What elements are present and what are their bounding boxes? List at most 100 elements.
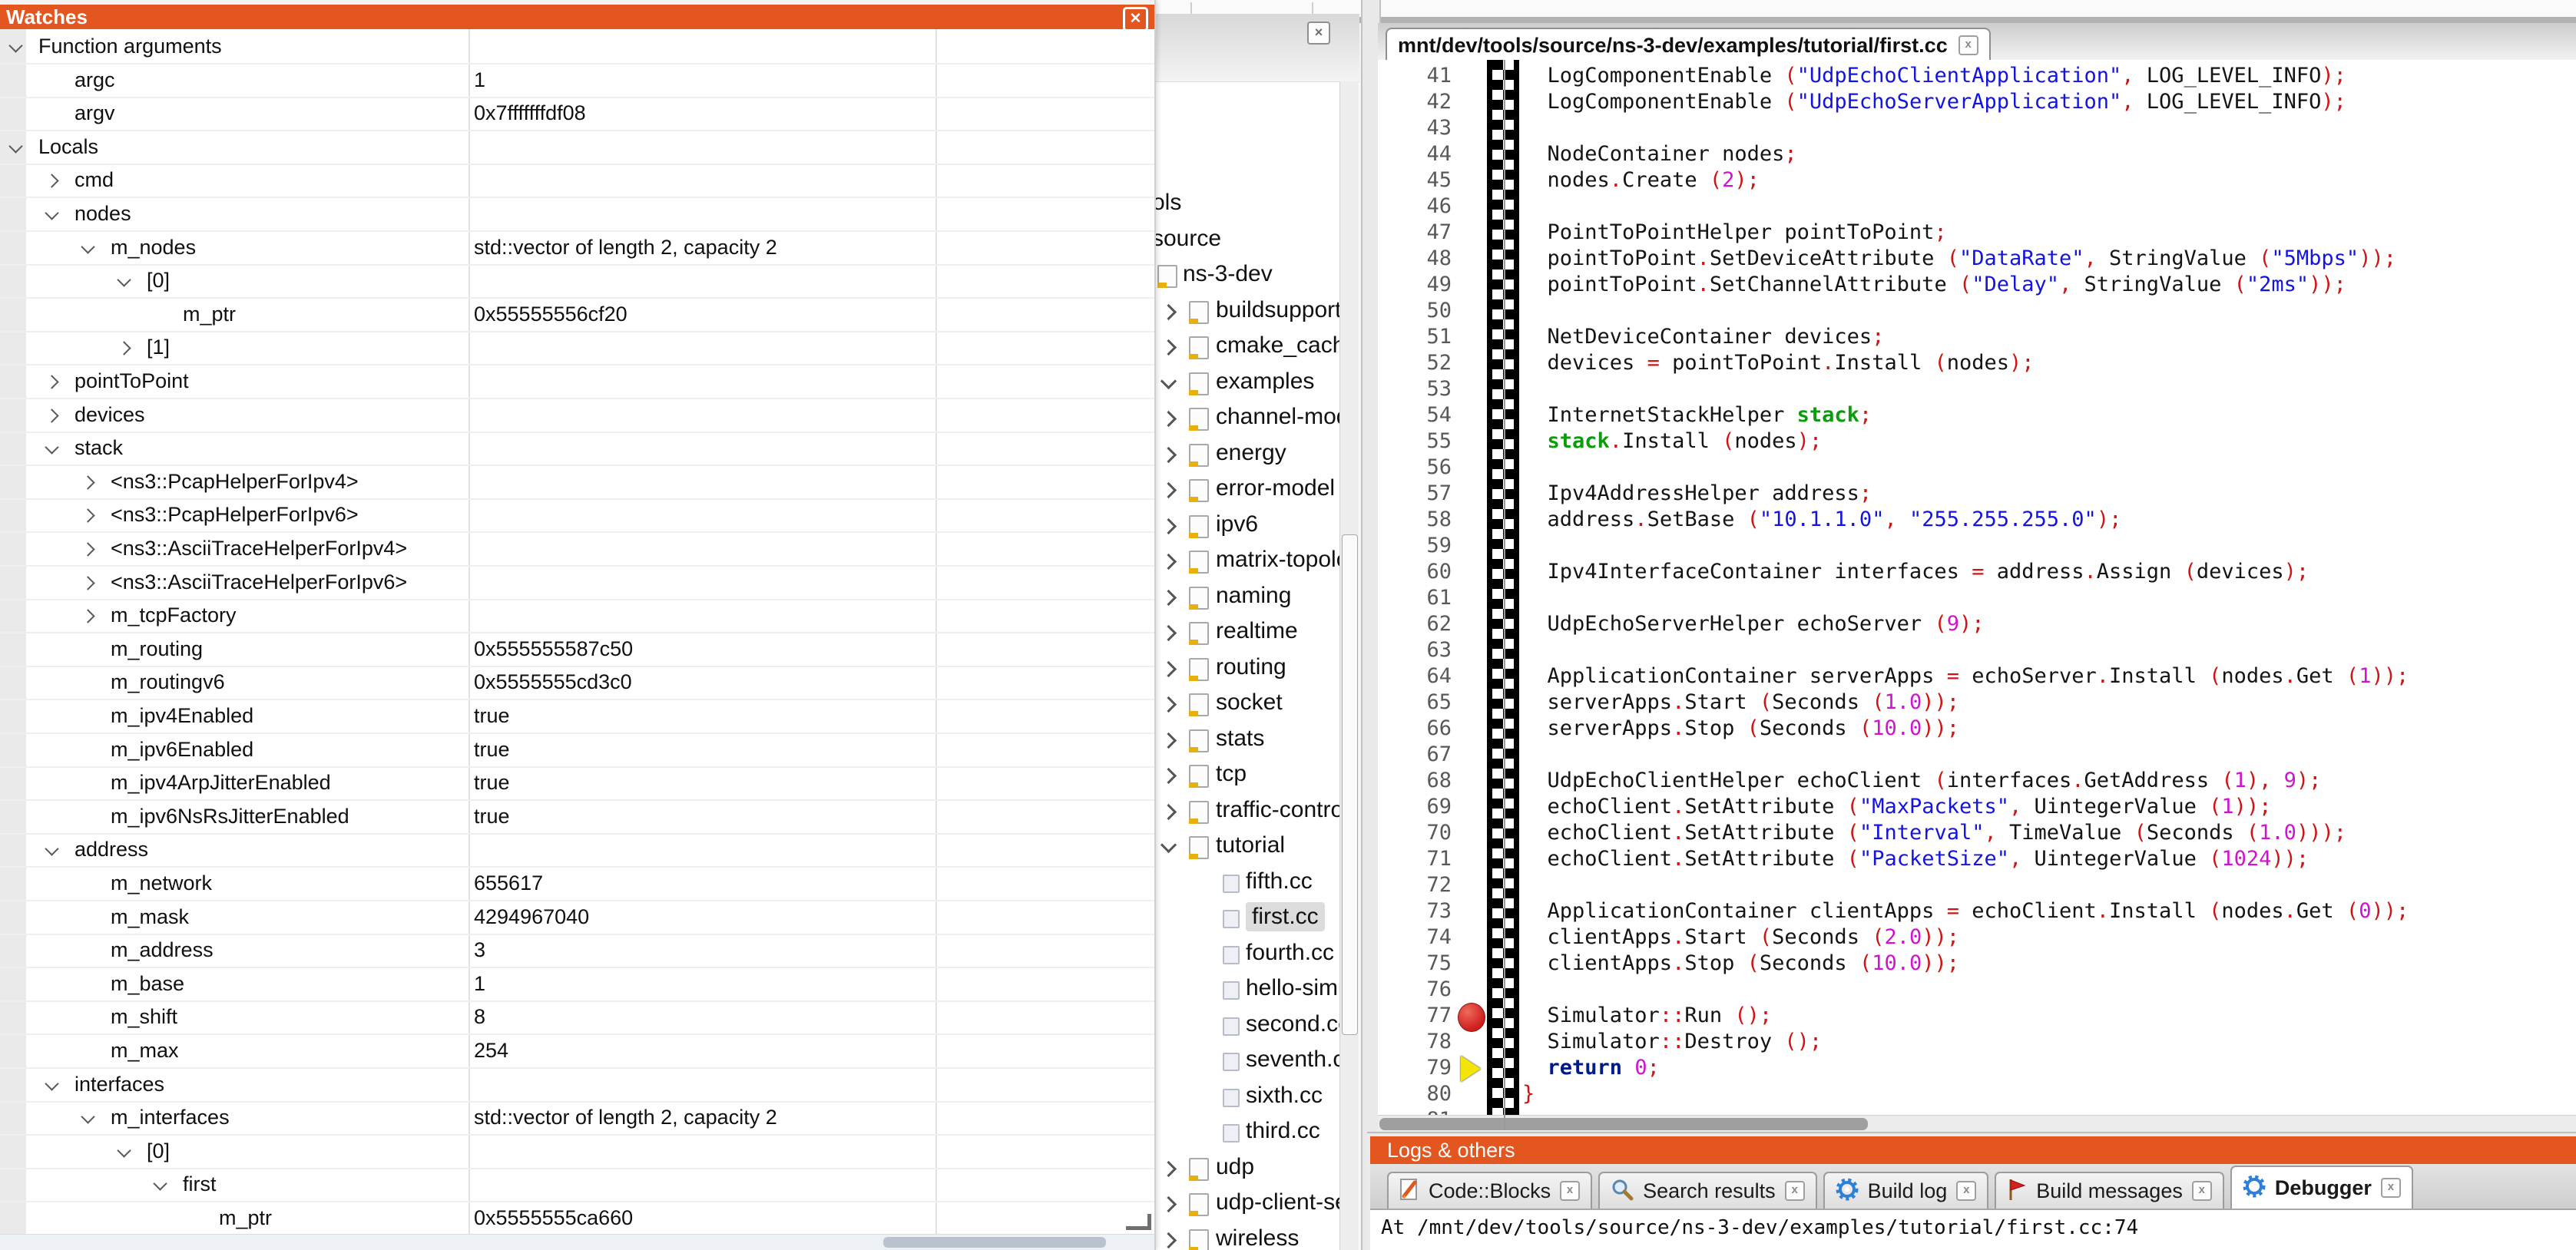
watch-row-m-ipv4enabled[interactable]: m_ipv4Enabledtrue <box>0 699 1154 734</box>
code-line-75[interactable]: clientApps.Stop (Seconds (10.0)); <box>1522 951 1959 975</box>
watch-row-m-address[interactable]: m_address3 <box>0 933 1154 968</box>
code-line-79[interactable]: return 0; <box>1522 1056 1660 1080</box>
watches-horizontal-scrollbar[interactable] <box>0 1234 1154 1250</box>
watch-row-m-ipv4arpjitterenabled[interactable]: m_ipv4ArpJitterEnabledtrue <box>0 766 1154 801</box>
close-icon[interactable]: ✕ <box>1123 7 1148 31</box>
collapse-arrow-icon[interactable] <box>8 139 22 153</box>
watch-row-m-ptr[interactable]: m_ptr0x5555555ca660 <box>0 1201 1154 1235</box>
expand-arrow-icon[interactable] <box>1161 1196 1177 1212</box>
watch-row-m-network[interactable]: m_network655617 <box>0 866 1154 901</box>
code-line-69[interactable]: echoClient.SetAttribute ("MaxPackets", U… <box>1522 795 2271 818</box>
code-line-64[interactable]: ApplicationContainer serverApps = echoSe… <box>1522 664 2409 688</box>
watch-row-pointtopoint[interactable]: pointToPoint <box>0 364 1154 399</box>
tree-item-wireless[interactable]: wireless <box>1150 1222 1339 1250</box>
code-line-65[interactable]: serverApps.Start (Seconds (1.0)); <box>1522 690 1959 714</box>
collapse-arrow-icon[interactable] <box>45 206 58 220</box>
expand-arrow-icon[interactable] <box>1161 1160 1177 1176</box>
close-icon[interactable]: x <box>1785 1181 1805 1201</box>
watch-row-m-tcpfactory[interactable]: m_tcpFactory <box>0 598 1154 633</box>
watch-row-nodes[interactable]: nodes <box>0 197 1154 232</box>
expand-arrow-icon[interactable] <box>1161 732 1177 748</box>
watch-row-argv[interactable]: argv0x7fffffffdf08 <box>0 96 1154 131</box>
tree-item-cmake-cache[interactable]: cmake_cache <box>1150 329 1339 365</box>
code-line-66[interactable]: serverApps.Stop (Seconds (10.0)); <box>1522 716 1959 740</box>
editor-tab-first-cc[interactable]: mnt/dev/tools/source/ns-3-dev/examples/t… <box>1386 28 1991 61</box>
expand-arrow-icon[interactable] <box>1161 803 1177 819</box>
expand-arrow-icon[interactable] <box>1161 660 1177 676</box>
tree-item-energy[interactable]: energy <box>1150 437 1339 472</box>
tree-item-third-cc[interactable]: third.cc <box>1150 1115 1339 1150</box>
watch-row-m-max[interactable]: m_max254 <box>0 1033 1154 1069</box>
scrollbar-thumb[interactable] <box>1379 1118 1868 1130</box>
watch-row-m-ipv6nsrsjitterenabled[interactable]: m_ipv6NsRsJitterEnabledtrue <box>0 799 1154 835</box>
watch-row-cmd[interactable]: cmd <box>0 163 1154 198</box>
watch-row-address[interactable]: address <box>0 832 1154 868</box>
watch-row-stack[interactable]: stack <box>0 431 1154 466</box>
close-icon[interactable]: x <box>2381 1178 2401 1198</box>
tree-item-ns-3-dev[interactable]: ns-3-dev <box>1150 258 1339 293</box>
expand-arrow-icon[interactable] <box>45 174 58 188</box>
collapse-arrow-icon[interactable] <box>45 440 58 454</box>
code-line-49[interactable]: pointToPoint.SetChannelAttribute ("Delay… <box>1522 273 2346 296</box>
expand-arrow-icon[interactable] <box>81 576 94 590</box>
watch-row-m-ipv6enabled[interactable]: m_ipv6Enabledtrue <box>0 732 1154 768</box>
watch-row-devices[interactable]: devices <box>0 398 1154 433</box>
watch-row-locals[interactable]: Locals <box>0 130 1154 165</box>
watch-row-m-base[interactable]: m_base1 <box>0 967 1154 1002</box>
expand-arrow-icon[interactable] <box>1161 411 1177 427</box>
expand-arrow-icon[interactable] <box>1161 303 1177 319</box>
tree-item-traffic-contro[interactable]: traffic-contro <box>1150 794 1339 829</box>
code-line-78[interactable]: Simulator::Destroy (); <box>1522 1030 1822 1053</box>
code-line-71[interactable]: echoClient.SetAttribute ("PacketSize", U… <box>1522 847 2309 871</box>
tree-item-source[interactable]: source <box>1150 223 1339 258</box>
expand-arrow-icon[interactable] <box>81 475 94 489</box>
expand-arrow-icon[interactable] <box>1161 1232 1177 1248</box>
code-line-57[interactable]: Ipv4AddressHelper address; <box>1522 481 1872 505</box>
editor-horizontal-scrollbar[interactable] <box>1378 1115 2576 1133</box>
expand-arrow-icon[interactable] <box>1161 554 1177 570</box>
close-icon[interactable]: x <box>1958 35 1978 55</box>
expand-arrow-icon[interactable] <box>1161 518 1177 534</box>
code-line-52[interactable]: devices = pointToPoint.Install (nodes); <box>1522 351 2035 375</box>
watch-row-m-mask[interactable]: m_mask4294967040 <box>0 900 1154 935</box>
tree-item-fifth-cc[interactable]: fifth.cc <box>1150 865 1339 901</box>
expand-arrow-icon[interactable] <box>45 375 58 389</box>
watch-row-m-routing[interactable]: m_routing0x555555587c50 <box>0 632 1154 667</box>
watch-row--ns3-asciitracehelperforipv4-[interactable]: <ns3::AsciiTraceHelperForIpv4> <box>0 531 1154 567</box>
expand-arrow-icon[interactable] <box>1161 768 1177 784</box>
tree-item-error-model[interactable]: error-model <box>1150 472 1339 508</box>
close-icon[interactable]: x <box>2192 1181 2212 1201</box>
tree-item-matrix-topolo[interactable]: matrix-topolo <box>1150 544 1339 579</box>
tree-item-realtime[interactable]: realtime <box>1150 615 1339 650</box>
expand-arrow-icon[interactable] <box>1161 696 1177 713</box>
tree-item-tutorial[interactable]: tutorial <box>1150 829 1339 865</box>
code-line-42[interactable]: LogComponentEnable ("UdpEchoServerApplic… <box>1522 90 2346 114</box>
code-line-48[interactable]: pointToPoint.SetDeviceAttribute ("DataRa… <box>1522 246 2396 270</box>
expand-arrow-icon[interactable] <box>1161 625 1177 641</box>
close-icon[interactable]: x <box>1560 1181 1580 1201</box>
code-line-54[interactable]: InternetStackHelper stack; <box>1522 403 1872 427</box>
code-line-68[interactable]: UdpEchoClientHelper echoClient (interfac… <box>1522 769 2321 792</box>
scrollbar-thumb[interactable] <box>1342 534 1358 1035</box>
collapse-arrow-icon[interactable] <box>1161 372 1177 389</box>
logs-tab-search-results[interactable]: Search resultsx <box>1598 1172 1817 1209</box>
tree-item-udp-client-ser[interactable]: udp-client-ser <box>1150 1186 1339 1222</box>
expand-arrow-icon[interactable] <box>117 342 131 355</box>
collapse-arrow-icon[interactable] <box>45 842 58 856</box>
tree-item-ols[interactable]: ols <box>1150 187 1339 222</box>
tree-item-hello-simul[interactable]: hello-simul <box>1150 972 1339 1007</box>
expand-arrow-icon[interactable] <box>45 408 58 422</box>
collapse-arrow-icon[interactable] <box>81 1109 94 1123</box>
watch-row-m-shift[interactable]: m_shift8 <box>0 1000 1154 1035</box>
watch-row-function-arguments[interactable]: Function arguments <box>0 29 1154 64</box>
code-editor[interactable]: 41 LogComponentEnable ("UdpEchoClientApp… <box>1378 60 2576 1115</box>
logs-tab-code-blocks[interactable]: Code::Blocksx <box>1387 1172 1592 1209</box>
tree-item-routing[interactable]: routing <box>1150 651 1339 686</box>
expand-arrow-icon[interactable] <box>1161 446 1177 462</box>
tree-item-second-cc[interactable]: second.cc <box>1150 1008 1339 1043</box>
code-line-58[interactable]: address.SetBase ("10.1.1.0", "255.255.25… <box>1522 508 2121 531</box>
logs-panel-titlebar[interactable]: Logs & others <box>1370 1136 2576 1164</box>
watch-row-interfaces[interactable]: interfaces <box>0 1067 1154 1103</box>
code-line-41[interactable]: LogComponentEnable ("UdpEchoClientApplic… <box>1522 64 2346 88</box>
watches-titlebar[interactable]: Watches ✕ <box>0 5 1154 29</box>
